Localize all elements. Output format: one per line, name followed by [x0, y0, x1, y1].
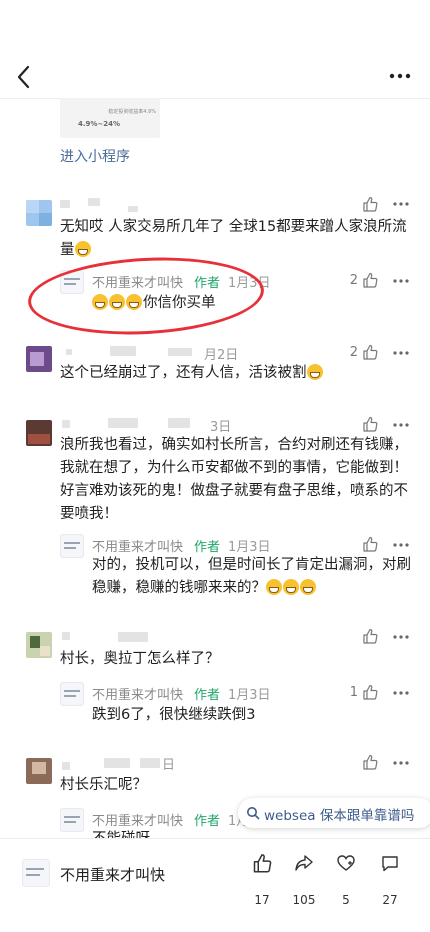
blurred-username — [88, 198, 100, 206]
blurred-username — [104, 758, 130, 768]
favorite-button[interactable]: 5 — [326, 853, 366, 907]
avatar[interactable] — [26, 420, 52, 446]
comment-date: 3日 — [210, 420, 232, 435]
blurred-username — [118, 632, 148, 642]
blurred-username — [108, 418, 138, 428]
more-horizontal-icon[interactable] — [392, 542, 410, 548]
reply-date: 1月3日 — [228, 540, 271, 555]
thumbs-up-icon[interactable] — [362, 196, 378, 212]
comment-icon — [382, 856, 398, 872]
like-button[interactable]: 17 — [242, 853, 282, 907]
blurred-username — [62, 420, 70, 428]
like-count: 2 — [349, 345, 358, 360]
reply-date: 1月3日 — [228, 688, 271, 703]
more-horizontal-icon[interactable] — [392, 278, 410, 284]
author-avatar[interactable] — [60, 808, 84, 832]
laugh-cry-emoji-icon — [266, 579, 282, 595]
comment-date: 月2日 — [204, 348, 239, 363]
reply-author-name[interactable]: 不用重来才叫快 — [92, 810, 183, 829]
reply-text: 不能碰呀 — [92, 828, 212, 838]
reply-text: 对的，投机可以，但是时间长了肯定出漏洞，对刷稳赚，稳赚的钱哪来来的？ — [92, 557, 411, 596]
more-horizontal-icon[interactable] — [392, 201, 410, 207]
more-horizontal-icon[interactable] — [392, 634, 410, 640]
avatar[interactable] — [26, 200, 52, 226]
thumbs-up-icon[interactable] — [362, 416, 378, 432]
author-badge: 作者 — [194, 540, 221, 555]
author-avatar[interactable] — [60, 682, 84, 706]
favorite-count: 5 — [342, 893, 350, 907]
reply-author-name[interactable]: 不用重来才叫快 — [92, 684, 183, 703]
blurred-username — [60, 200, 70, 208]
comment-text: 浪所我也看过，确实如村长所言，合约对刷还有钱赚，我就在想了，为什么币安都做不到的… — [60, 437, 408, 522]
reply-author-name[interactable]: 不用重来才叫快 — [92, 536, 183, 555]
comment-text: 无知哎 人家交易所几年了 全球15都要来蹭人家浪所流量 — [60, 219, 407, 258]
blurred-username — [140, 758, 160, 768]
author-name[interactable]: 不用重来才叫快 — [60, 864, 165, 885]
thumbs-up-icon[interactable] — [362, 754, 378, 770]
thumbs-up-icon[interactable] — [362, 684, 378, 700]
reply-text: 跌到6了，很快继续跌倒3 — [92, 707, 256, 723]
blurred-username — [168, 418, 190, 428]
author-badge: 作者 — [194, 814, 221, 829]
more-horizontal-icon[interactable] — [392, 422, 410, 428]
laugh-cry-emoji-icon — [300, 579, 316, 595]
author-avatar[interactable] — [60, 534, 84, 558]
thumbs-up-icon[interactable] — [362, 344, 378, 360]
comment-count: 27 — [382, 893, 398, 907]
promo-line1: 稳定投资收益率4.9% — [108, 109, 156, 115]
more-horizontal-icon[interactable] — [392, 350, 410, 356]
comment-date: 日 — [162, 758, 176, 773]
open-miniapp-link[interactable]: 进入小程序 — [60, 146, 130, 166]
blurred-username — [66, 349, 72, 355]
top-navigation-bar — [0, 56, 430, 100]
search-icon — [247, 807, 260, 820]
like-count: 2 — [349, 273, 358, 288]
blurred-username — [168, 348, 192, 356]
author-avatar[interactable] — [22, 859, 50, 887]
thumbs-up-icon[interactable] — [362, 272, 378, 288]
annotation-circle — [26, 251, 266, 341]
share-button[interactable]: 105 — [284, 853, 324, 907]
thumbs-up-icon[interactable] — [362, 536, 378, 552]
author-badge: 作者 — [194, 688, 221, 703]
thumbs-up-icon — [253, 854, 272, 873]
blurred-username — [110, 346, 136, 356]
grin-emoji-icon — [306, 364, 323, 380]
comment-text: 这个已经崩过了，还有人信，活该被割 — [60, 362, 415, 385]
avatar[interactable] — [26, 632, 52, 658]
share-count: 105 — [292, 893, 316, 907]
blurred-username — [62, 762, 70, 770]
heart-icon — [337, 855, 355, 871]
more-horizontal-icon[interactable] — [392, 690, 410, 696]
blurred-username — [62, 632, 70, 640]
laugh-cry-emoji-icon — [283, 579, 299, 595]
avatar[interactable] — [26, 346, 52, 372]
smirk-emoji-icon — [74, 241, 91, 257]
chevron-left-icon[interactable] — [12, 62, 36, 92]
avatar[interactable] — [26, 758, 52, 784]
promo-line2: 4.9%~24% — [78, 120, 121, 128]
search-suggestion-text: websea 保本跟单靠谱吗 — [264, 808, 415, 824]
promo-image[interactable]: 稳定投资收益率4.9% 4.9%~24% — [60, 98, 160, 138]
comment-text: 村长，奥拉丁怎么样了？ — [60, 651, 220, 667]
more-horizontal-icon[interactable] — [392, 760, 410, 766]
search-suggestion-pill[interactable]: websea 保本跟单靠谱吗 — [238, 798, 430, 828]
share-icon — [295, 855, 313, 871]
thumbs-up-icon[interactable] — [362, 628, 378, 644]
comment-text: 村长乐汇呢？ — [60, 777, 147, 792]
more-horizontal-icon[interactable] — [388, 66, 412, 86]
like-count: 17 — [254, 893, 270, 907]
bottom-action-bar: 不用重来才叫快 17 105 5 27 — [0, 838, 430, 932]
like-count: 1 — [349, 685, 358, 700]
blurred-username — [128, 206, 138, 212]
comment-button[interactable]: 27 — [370, 853, 410, 907]
